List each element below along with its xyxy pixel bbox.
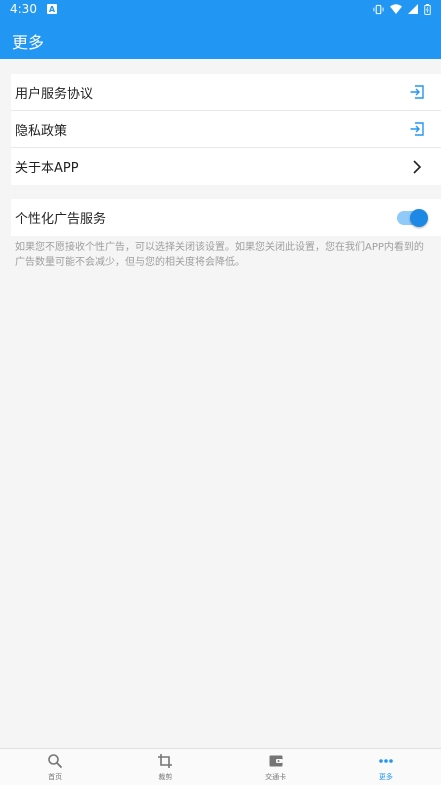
personalized-ads-row: 个性化广告服务 xyxy=(11,199,441,236)
wifi-icon xyxy=(390,4,402,14)
open-external-icon xyxy=(409,121,425,137)
crop-icon xyxy=(157,752,173,770)
open-external-icon xyxy=(409,84,425,100)
nav-label: 首页 xyxy=(48,773,63,781)
nav-item-transit-card[interactable]: 交通卡 xyxy=(221,749,331,785)
page-title: 更多 xyxy=(12,33,45,52)
menu-item-label: 用户服务协议 xyxy=(15,86,94,102)
personalized-ads-label: 个性化广告服务 xyxy=(15,212,107,227)
menu-item-about-app[interactable]: 关于本APP xyxy=(11,148,441,185)
nav-label: 更多 xyxy=(378,773,393,781)
personalized-ads-setting: 个性化广告服务 xyxy=(11,199,441,236)
menu-item-label: 关于本APP xyxy=(15,161,79,176)
notification-a-icon: A xyxy=(46,4,57,14)
vibrate-icon xyxy=(373,4,384,14)
signal-icon xyxy=(408,4,418,14)
toggle-knob xyxy=(410,208,428,227)
nav-label: 裁剪 xyxy=(158,773,173,781)
menu-item-privacy-policy[interactable]: 隐私政策 xyxy=(11,111,441,148)
battery-icon xyxy=(424,3,431,15)
nav-item-home[interactable]: 首页 xyxy=(0,749,110,785)
menu-item-label: 隐私政策 xyxy=(15,123,68,139)
search-icon xyxy=(47,752,63,770)
personalized-ads-description: 如果您不愿接收个性广告，可以选择关闭该设置。如果您关闭此设置，您在我们APP内看… xyxy=(15,242,424,268)
menu-item-user-agreement[interactable]: 用户服务协议 xyxy=(11,74,441,111)
status-bar: 4:30 A xyxy=(0,0,441,18)
nav-label: 交通卡 xyxy=(265,773,287,781)
wallet-icon xyxy=(268,752,284,770)
app-bar: 4:30 A 更多 xyxy=(0,0,441,59)
bottom-navigation: 首页 裁剪 交通卡 更多 xyxy=(0,748,441,785)
more-dots-icon xyxy=(378,752,394,770)
settings-list: 用户服务协议 隐私政策 关于本APP xyxy=(11,74,441,185)
personalized-ads-toggle[interactable] xyxy=(397,208,428,227)
status-time: 4:30 xyxy=(10,2,37,16)
nav-item-crop[interactable]: 裁剪 xyxy=(110,749,220,785)
chevron-right-icon xyxy=(409,159,425,175)
status-icons xyxy=(373,3,431,15)
nav-item-more[interactable]: 更多 xyxy=(331,749,441,785)
